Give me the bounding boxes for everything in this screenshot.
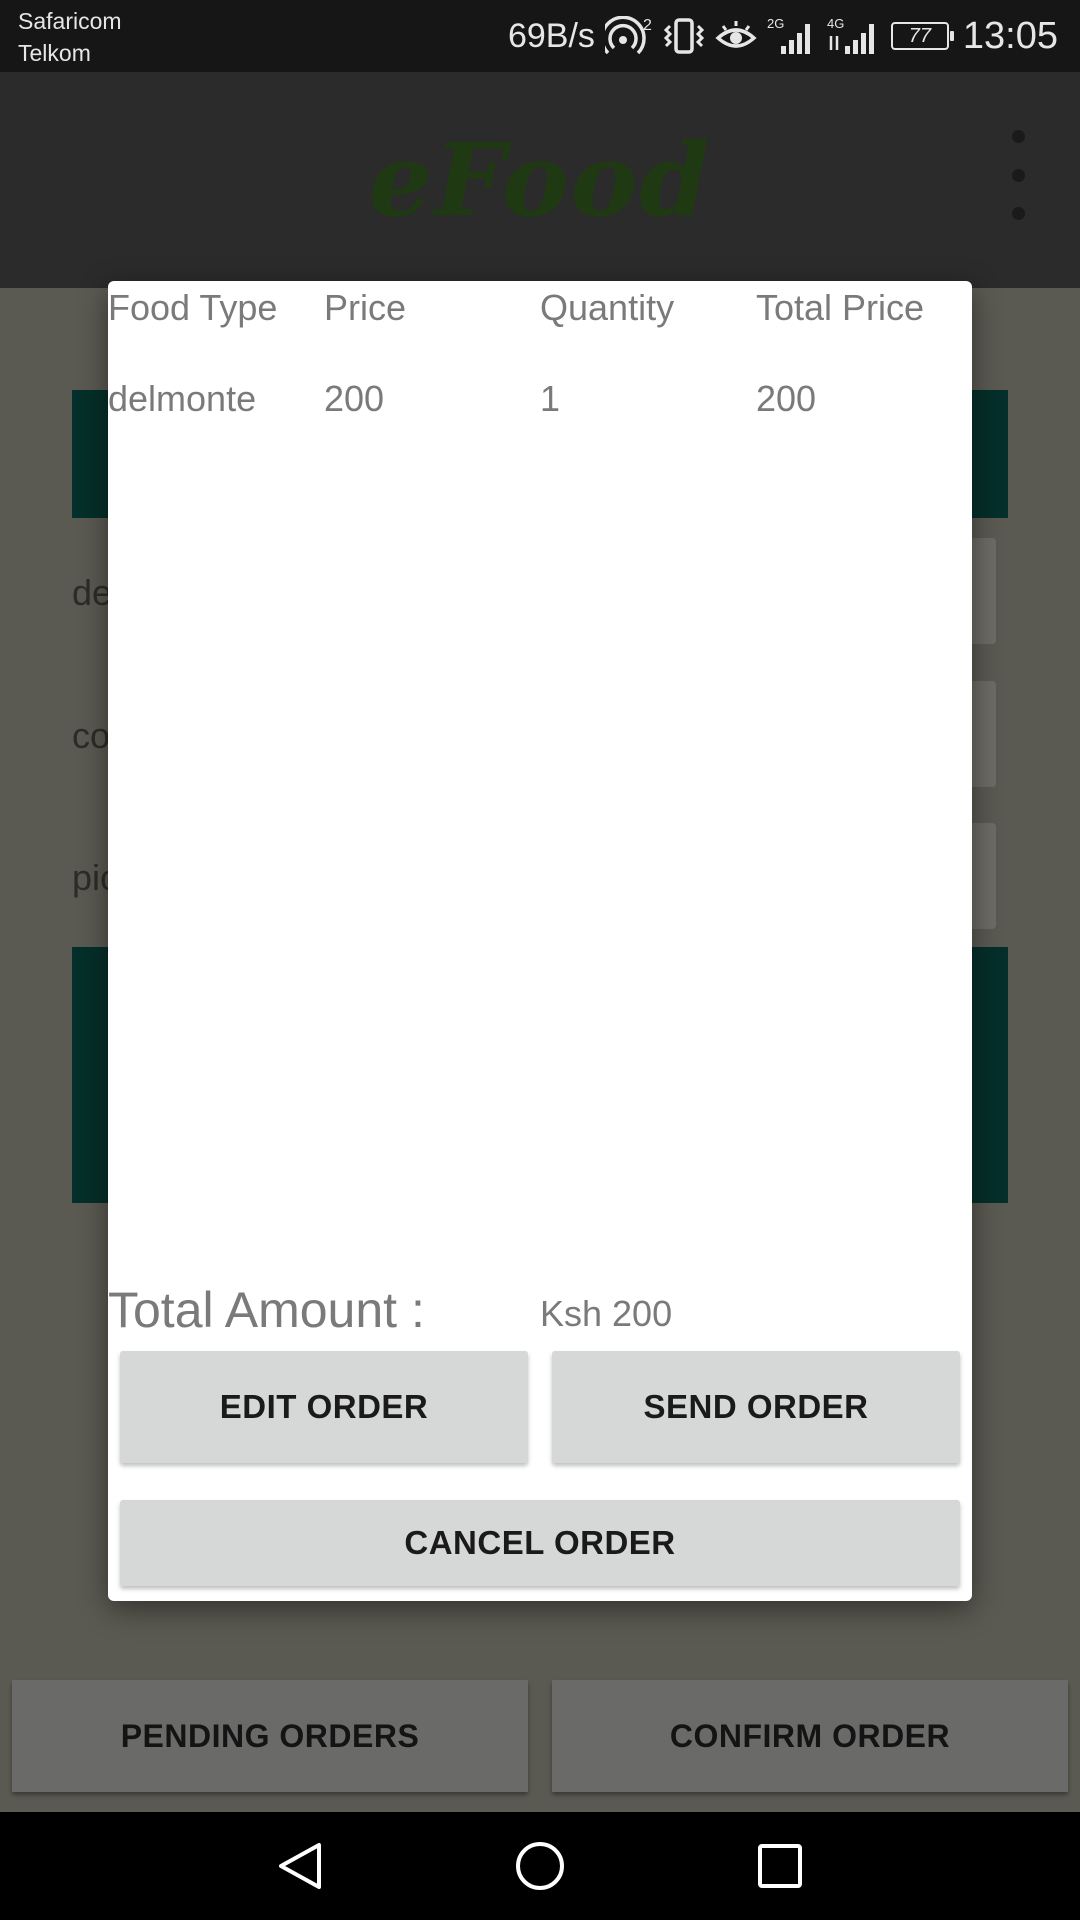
home-icon[interactable] [508, 1834, 572, 1898]
battery-indicator: 77 [890, 22, 954, 50]
clock: 13:05 [962, 14, 1058, 57]
edit-order-button[interactable]: EDIT ORDER [120, 1351, 528, 1463]
cell-quantity: 1 [540, 378, 561, 419]
column-food-type: Food Type [108, 287, 278, 328]
back-icon[interactable] [268, 1834, 332, 1898]
table-header: Food Type Price Quantity Total Price [108, 287, 972, 347]
cell-price: 200 [324, 378, 385, 419]
column-price: Price [324, 287, 407, 328]
overflow-menu-icon[interactable] [1006, 130, 1030, 220]
send-order-button[interactable]: SEND ORDER [552, 1351, 960, 1463]
vibrate-icon [663, 16, 705, 56]
status-bar: Safaricom Telkom 69B/s 2 2G 4G 77 13:05 [0, 0, 1080, 72]
recent-apps-icon[interactable] [748, 1834, 812, 1898]
cancel-order-button[interactable]: CANCEL ORDER [120, 1500, 960, 1586]
signal-2-label: 4G [827, 16, 844, 31]
total-amount-value: Ksh 200 [540, 1293, 673, 1334]
carrier-secondary: Telkom [18, 40, 91, 66]
network-speed: 69B/s [507, 16, 595, 55]
eye-comfort-icon [715, 16, 757, 56]
total-amount-label: Total Amount : [108, 1282, 425, 1338]
column-total-price: Total Price [756, 287, 925, 328]
hotspot-badge: 2 [643, 17, 652, 34]
confirm-order-button[interactable]: CONFIRM ORDER [552, 1680, 1068, 1792]
signal-4g-icon: 4G [827, 16, 881, 56]
cell-total-price: 200 [756, 378, 817, 419]
signal-2g-icon: 2G [767, 16, 817, 56]
hotspot-icon: 2 [604, 16, 653, 56]
screen: Safaricom Telkom 69B/s 2 2G 4G 77 13:05 … [0, 0, 1080, 1920]
navigation-bar [0, 1812, 1080, 1920]
status-icons: 69B/s 2 2G 4G 77 13:05 [508, 0, 1058, 72]
food-row-1-text: de [72, 572, 113, 613]
food-row-2-text: co [72, 715, 111, 756]
order-dialog: Food Type Price Quantity Total Price del… [108, 281, 972, 1601]
column-quantity: Quantity [540, 287, 675, 328]
pending-orders-button[interactable]: PENDING ORDERS [12, 1680, 528, 1792]
app-bar: eFood [0, 72, 1080, 288]
table-row: delmonte 200 1 200 [108, 378, 972, 438]
cell-food-type: delmonte [108, 378, 257, 419]
carrier-primary: Safaricom [18, 8, 122, 34]
app-logo: eFood [368, 121, 712, 239]
signal-1-label: 2G [767, 16, 784, 31]
